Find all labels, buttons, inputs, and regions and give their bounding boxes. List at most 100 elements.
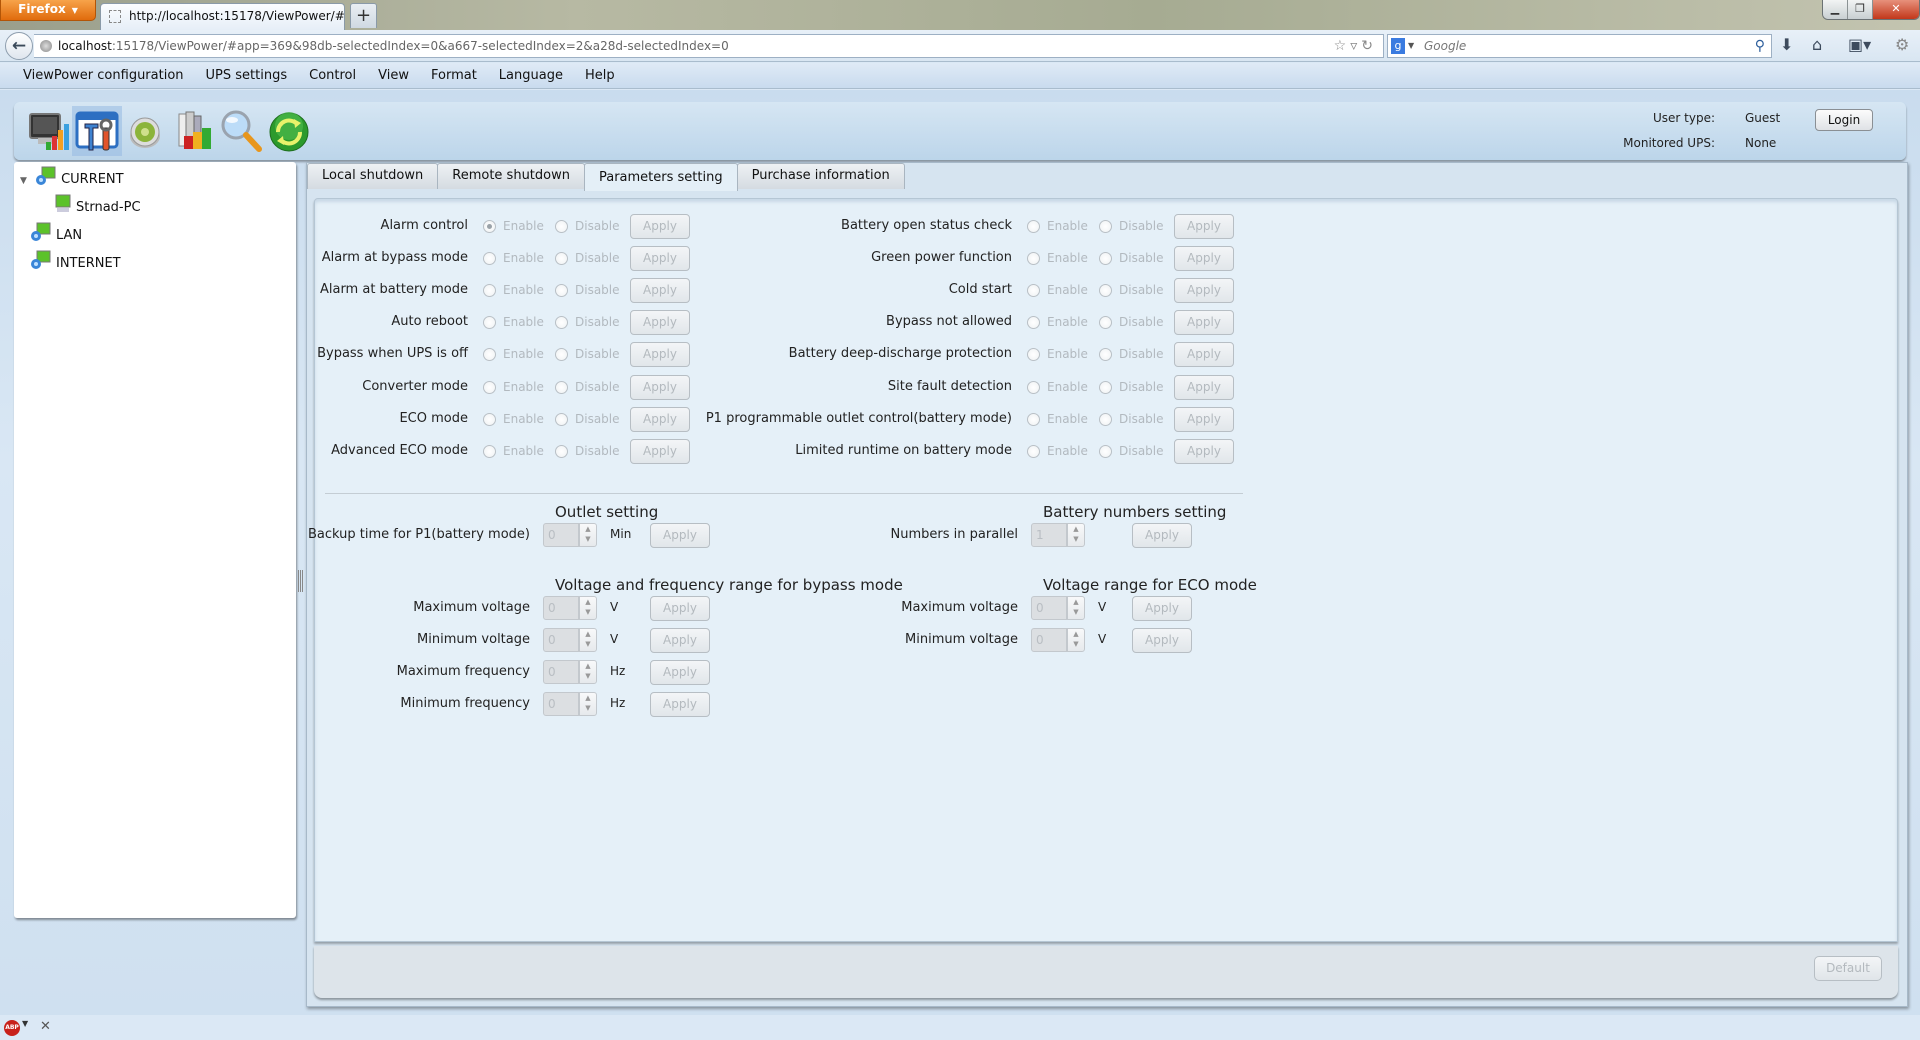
spin-down-icon[interactable]: ▼ [580,671,596,681]
disable-radio[interactable] [1099,220,1112,233]
spin-up-icon[interactable]: ▲ [1068,597,1084,607]
history-dropdown-icon[interactable]: ▿ [1350,38,1361,54]
spinner-arrows[interactable]: ▲ ▼ [579,596,597,620]
spinner-input[interactable]: 0 [543,660,579,684]
spinner-input[interactable]: 0 [543,628,579,652]
download-icon[interactable]: ⬇ [1780,35,1793,54]
number-spinner[interactable]: 0 ▲ ▼ [543,596,598,620]
enable-radio[interactable] [483,380,496,394]
spinner-arrows[interactable]: ▲ ▼ [579,692,597,716]
tab-parameters-setting[interactable]: Parameters setting [583,163,738,191]
apply-button[interactable]: Apply [1132,628,1192,653]
disable-radio[interactable] [1099,412,1112,426]
spinner-input[interactable]: 0 [1031,596,1067,620]
google-search-engine-icon[interactable]: g [1391,38,1405,54]
tab-remote-shutdown[interactable]: Remote shutdown [437,163,585,189]
tools-icon[interactable] [72,106,122,156]
disable-radio[interactable] [555,316,568,330]
spin-up-icon[interactable]: ▲ [580,693,596,703]
spin-up-icon[interactable]: ▲ [580,661,596,671]
disable-radio[interactable] [555,252,568,266]
disable-radio[interactable] [1099,252,1112,266]
spin-down-icon[interactable]: ▼ [580,639,596,649]
addon-icon[interactable]: ⚙ [1895,35,1909,54]
enable-radio[interactable] [1027,220,1040,233]
apply-button[interactable]: Apply [1132,523,1192,548]
menu-language[interactable]: Language [488,63,574,88]
tab-purchase-information[interactable]: Purchase information [736,163,905,189]
enable-radio[interactable] [483,316,496,330]
number-spinner[interactable]: 0 ▲ ▼ [1031,596,1086,620]
bookmark-star-icon[interactable]: ☆ [1334,38,1351,54]
enable-radio[interactable] [483,220,496,233]
apply-button[interactable]: Apply [1174,342,1234,368]
apply-button[interactable]: Apply [650,692,710,717]
spinner-input[interactable]: 0 [543,523,579,547]
apply-button[interactable]: Apply [1132,596,1192,621]
menu-view[interactable]: View [367,63,420,88]
number-spinner[interactable]: 1 ▲ ▼ [1031,523,1086,547]
close-icon[interactable]: ✕ [40,1019,51,1034]
number-spinner[interactable]: 0 ▲ ▼ [543,523,598,547]
enable-radio[interactable] [483,348,496,362]
minimize-button[interactable]: ▁ [1823,0,1848,19]
reload-icon[interactable]: ↻ [1361,38,1377,54]
refresh-icon[interactable] [264,106,314,156]
login-button[interactable]: Login [1815,109,1873,131]
enable-radio[interactable] [1027,284,1040,298]
disable-radio[interactable] [555,220,568,233]
tree-item-current[interactable]: ▼ CURRENT [20,166,124,193]
spinner-input[interactable]: 1 [1031,523,1067,547]
spin-up-icon[interactable]: ▲ [1068,629,1084,639]
spinner-arrows[interactable]: ▲ ▼ [1067,628,1085,652]
number-spinner[interactable]: 0 ▲ ▼ [543,692,598,716]
browser-tab[interactable]: http://localhost:15178/ViewPower/# [100,3,345,30]
books-chart-icon[interactable] [168,106,218,156]
enable-radio[interactable] [1027,348,1040,362]
spin-down-icon[interactable]: ▼ [1068,607,1084,617]
apply-button[interactable]: Apply [1174,374,1234,400]
close-window-button[interactable]: ✕ [1873,0,1919,19]
number-spinner[interactable]: 0 ▲ ▼ [543,628,598,652]
firefox-menu-button[interactable]: Firefox ▼ [0,0,96,21]
expand-arrow-icon[interactable]: ▼ [20,176,27,186]
spin-down-icon[interactable]: ▼ [1068,534,1084,544]
new-tab-button[interactable]: + [350,3,377,28]
apply-button[interactable]: Apply [1174,438,1234,464]
spinner-arrows[interactable]: ▲ ▼ [579,628,597,652]
gear-button-icon[interactable] [120,106,170,156]
spinner-arrows[interactable]: ▲ ▼ [579,523,597,547]
monitor-chart-icon[interactable] [24,106,74,156]
spinner-input[interactable]: 0 [543,692,579,716]
enable-radio[interactable] [1027,444,1040,458]
url-bar[interactable]: localhost:15178/ViewPower/#app=369&98db-… [34,34,1384,58]
home-icon[interactable]: ⌂ [1812,35,1822,54]
spin-up-icon[interactable]: ▲ [1068,524,1084,534]
enable-radio[interactable] [1027,316,1040,330]
enable-radio[interactable] [483,412,496,426]
apply-button[interactable]: Apply [1174,214,1234,239]
spinner-arrows[interactable]: ▲ ▼ [1067,596,1085,620]
enable-radio[interactable] [1027,412,1040,426]
chevron-down-icon[interactable]: ▼ [1408,35,1414,57]
disable-radio[interactable] [555,444,568,458]
spinner-input[interactable]: 0 [1031,628,1067,652]
apply-button[interactable]: Apply [1174,246,1234,272]
splitter-handle[interactable] [298,570,303,592]
enable-radio[interactable] [483,252,496,266]
spin-up-icon[interactable]: ▲ [580,629,596,639]
spinner-arrows[interactable]: ▲ ▼ [1067,523,1085,547]
default-button[interactable]: Default [1814,956,1882,981]
magnifier-icon[interactable] [216,106,266,156]
disable-radio[interactable] [1099,348,1112,362]
number-spinner[interactable]: 0 ▲ ▼ [1031,628,1086,652]
spin-up-icon[interactable]: ▲ [580,597,596,607]
apply-button[interactable]: Apply [1174,310,1234,336]
site-identity-icon[interactable] [40,40,52,52]
disable-radio[interactable] [1099,316,1112,330]
spinner-arrows[interactable]: ▲ ▼ [579,660,597,684]
menu-ups-settings[interactable]: UPS settings [195,63,299,88]
apply-button[interactable]: Apply [1174,406,1234,432]
spin-down-icon[interactable]: ▼ [1068,639,1084,649]
menu-control[interactable]: Control [298,63,367,88]
